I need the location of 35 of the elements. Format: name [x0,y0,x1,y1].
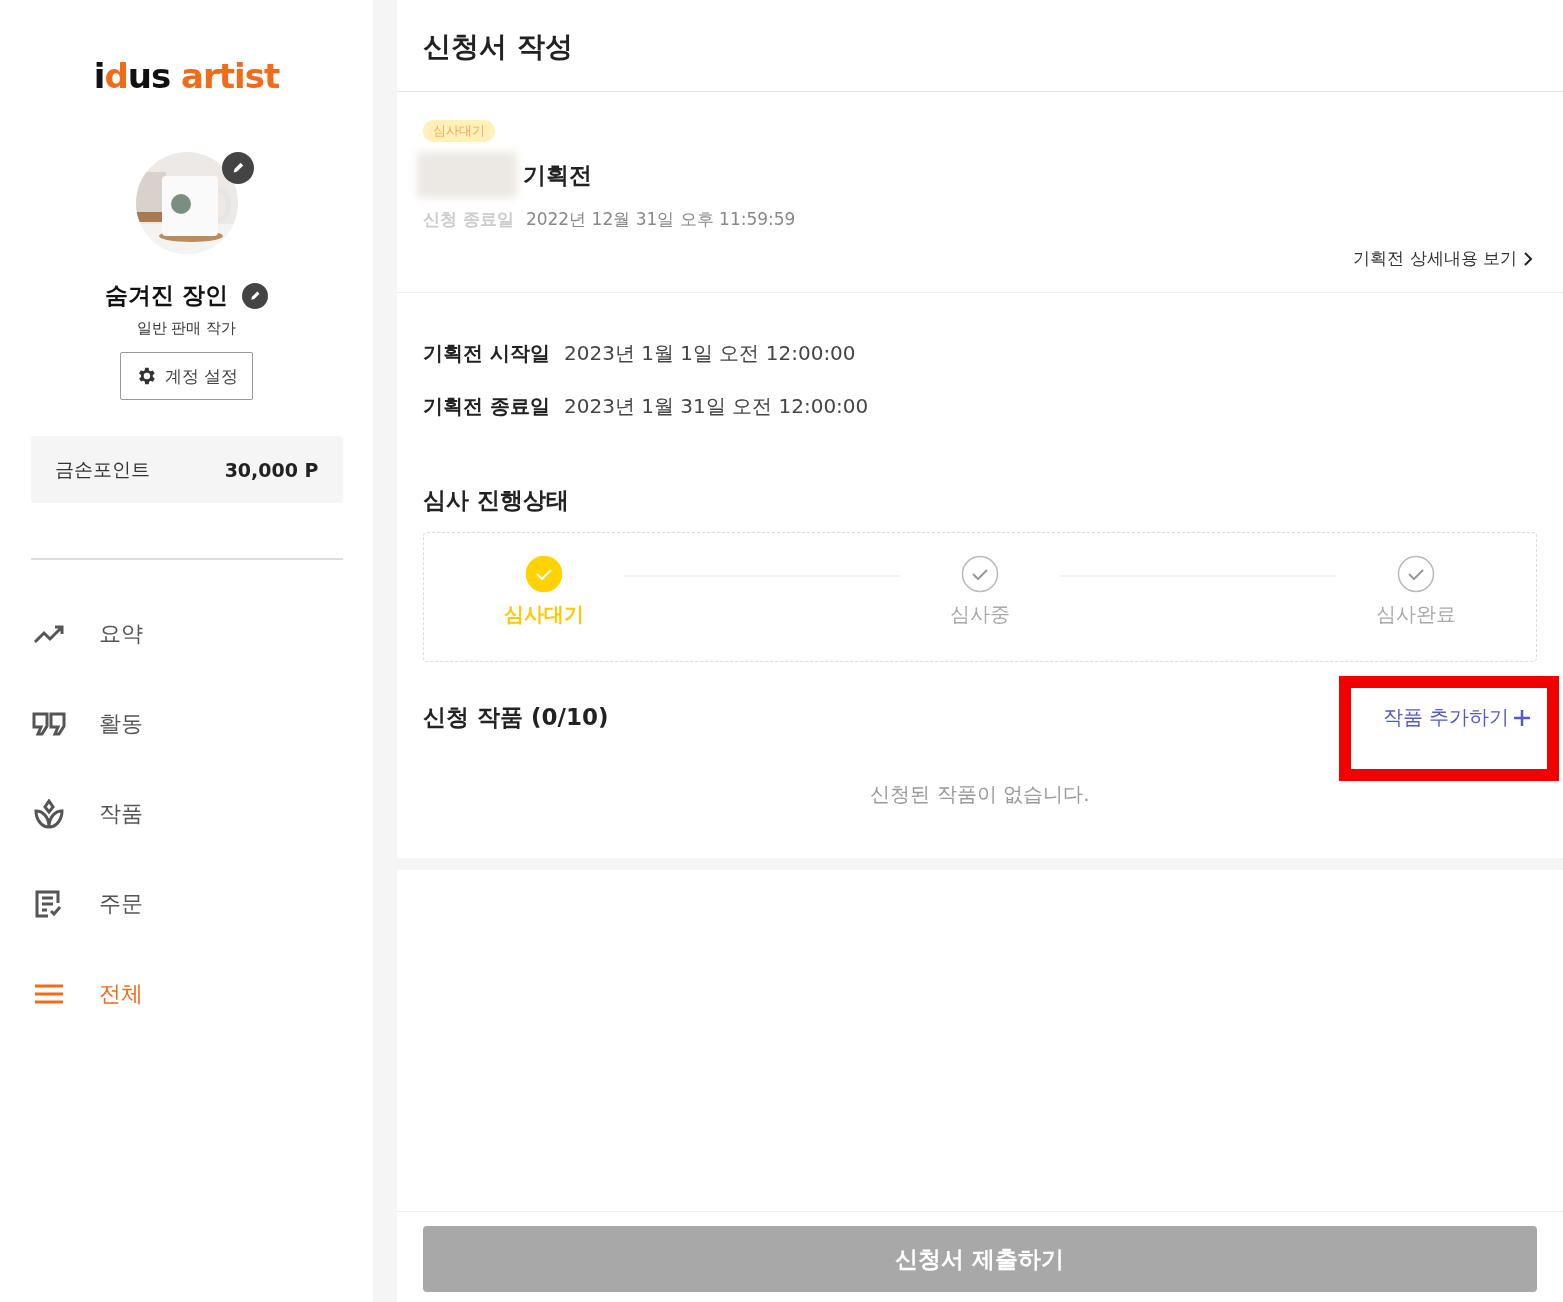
section-title: 신청 작품 (0/10) [423,703,609,732]
status-badge: 심사대기 [423,120,495,142]
nav-item[interactable]: 작품 [30,794,343,834]
logo[interactable]: idus artist [93,56,280,96]
date-label: 기획전 시작일 [423,340,550,367]
points-value: 30,000 P [224,458,319,481]
checklist-icon [33,889,64,919]
step-label: 심사대기 [504,601,584,628]
plus-icon [1513,708,1531,727]
date-value: 2023년 1월 31일 오전 12:00:00 [563,393,869,420]
step-label: 심사중 [950,601,1010,628]
quote-icon [31,712,66,736]
edit-icon[interactable] [221,152,254,184]
detail-link[interactable]: 기획전 상세내용 보기 [1353,247,1533,270]
date-label: 기획전 종료일 [423,393,550,420]
points-label: 금손포인트 [54,456,150,482]
leaf-icon [32,799,65,829]
deadline-value: 2022년 12월 31일 오후 11:59:59 [525,208,796,231]
exhibition-title: 기획전 [523,160,592,190]
date-value: 2023년 1월 1일 오전 12:00:00 [563,340,856,367]
menu-icon [33,984,64,1004]
step-label: 심사완료 [1376,601,1456,628]
empty-message: 신청된 작품이 없습니다. [869,781,1091,808]
chevron-right-icon [1523,250,1533,267]
artist-name: 숨겨진 장인 [105,281,228,310]
page-title: 신청서 작성 [423,29,574,65]
edit-icon[interactable] [242,282,268,309]
nav-item[interactable]: 주문 [30,884,343,924]
account-settings-button[interactable]: 계정 설정 [119,352,254,400]
trend-icon [32,624,65,644]
nav-item[interactable]: 활동 [30,704,343,744]
nav-item[interactable]: 요약 [30,614,343,654]
section-title: 심사 진행상태 [423,486,570,515]
add-work-button[interactable]: 작품 추가하기 [1382,684,1537,751]
artist-role: 일반 판매 작가 [136,319,237,338]
